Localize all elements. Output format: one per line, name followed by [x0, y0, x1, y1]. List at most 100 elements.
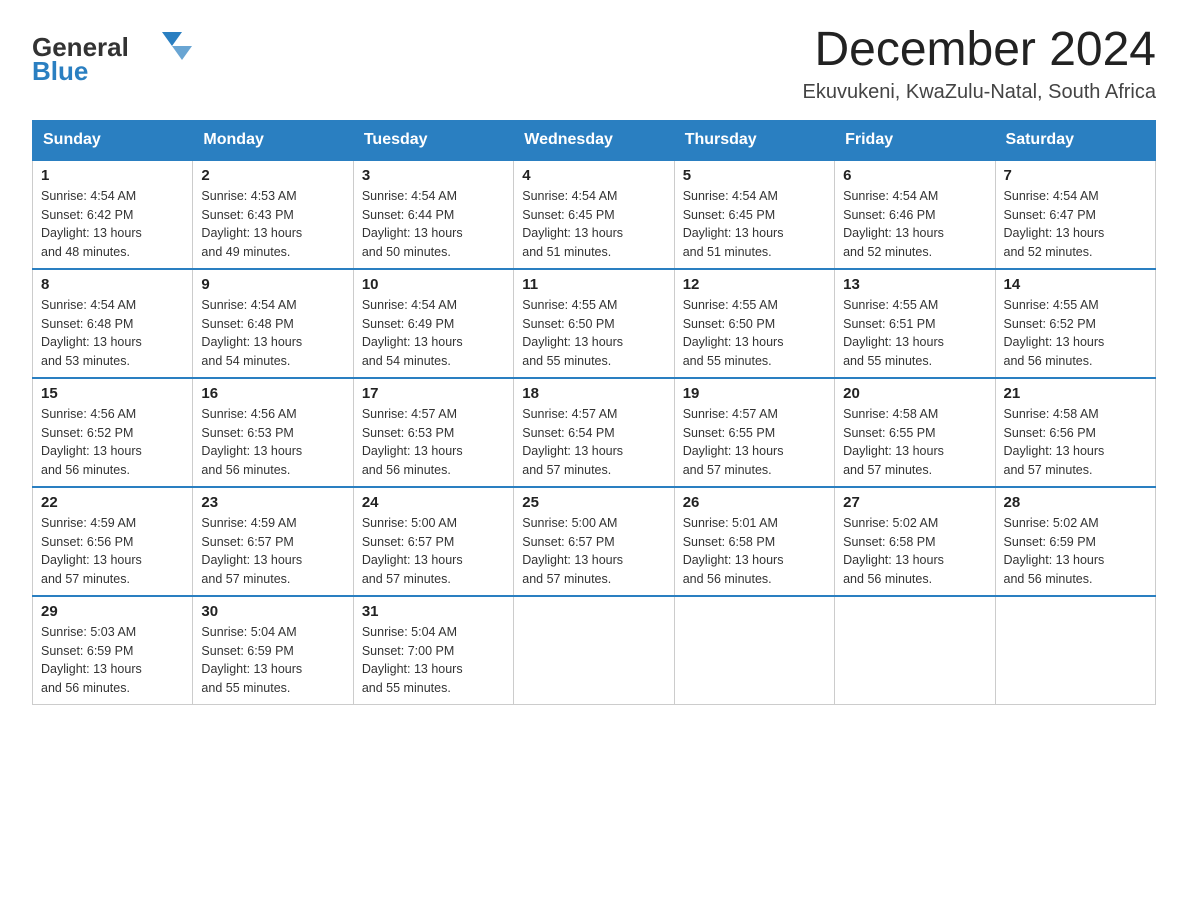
calendar-cell: 21 Sunrise: 4:58 AMSunset: 6:56 PMDaylig…	[995, 378, 1155, 487]
logo: General Blue	[32, 24, 202, 89]
day-number: 30	[201, 603, 344, 620]
day-number: 18	[522, 385, 665, 402]
day-number: 24	[362, 494, 505, 511]
calendar-cell: 12 Sunrise: 4:55 AMSunset: 6:50 PMDaylig…	[674, 269, 834, 378]
day-info: Sunrise: 4:54 AMSunset: 6:45 PMDaylight:…	[522, 187, 665, 262]
day-info: Sunrise: 4:57 AMSunset: 6:54 PMDaylight:…	[522, 405, 665, 480]
day-number: 1	[41, 167, 184, 184]
day-info: Sunrise: 5:01 AMSunset: 6:58 PMDaylight:…	[683, 514, 826, 589]
calendar-cell: 3 Sunrise: 4:54 AMSunset: 6:44 PMDayligh…	[353, 160, 513, 269]
day-number: 22	[41, 494, 184, 511]
day-info: Sunrise: 4:56 AMSunset: 6:53 PMDaylight:…	[201, 405, 344, 480]
day-info: Sunrise: 4:55 AMSunset: 6:51 PMDaylight:…	[843, 296, 986, 371]
day-info: Sunrise: 5:00 AMSunset: 6:57 PMDaylight:…	[362, 514, 505, 589]
day-info: Sunrise: 4:54 AMSunset: 6:46 PMDaylight:…	[843, 187, 986, 262]
day-number: 31	[362, 603, 505, 620]
day-info: Sunrise: 4:55 AMSunset: 6:50 PMDaylight:…	[522, 296, 665, 371]
day-info: Sunrise: 4:58 AMSunset: 6:56 PMDaylight:…	[1004, 405, 1147, 480]
day-number: 13	[843, 276, 986, 293]
calendar-cell: 14 Sunrise: 4:55 AMSunset: 6:52 PMDaylig…	[995, 269, 1155, 378]
calendar-cell: 9 Sunrise: 4:54 AMSunset: 6:48 PMDayligh…	[193, 269, 353, 378]
day-info: Sunrise: 4:54 AMSunset: 6:47 PMDaylight:…	[1004, 187, 1147, 262]
day-number: 27	[843, 494, 986, 511]
calendar-table: SundayMondayTuesdayWednesdayThursdayFrid…	[32, 120, 1156, 705]
weekday-header-tuesday: Tuesday	[353, 120, 513, 160]
day-number: 3	[362, 167, 505, 184]
week-row-4: 22 Sunrise: 4:59 AMSunset: 6:56 PMDaylig…	[33, 487, 1156, 596]
day-number: 9	[201, 276, 344, 293]
calendar-cell: 8 Sunrise: 4:54 AMSunset: 6:48 PMDayligh…	[33, 269, 193, 378]
calendar-cell: 29 Sunrise: 5:03 AMSunset: 6:59 PMDaylig…	[33, 596, 193, 705]
calendar-cell: 4 Sunrise: 4:54 AMSunset: 6:45 PMDayligh…	[514, 160, 674, 269]
week-row-3: 15 Sunrise: 4:56 AMSunset: 6:52 PMDaylig…	[33, 378, 1156, 487]
day-number: 23	[201, 494, 344, 511]
day-info: Sunrise: 4:55 AMSunset: 6:52 PMDaylight:…	[1004, 296, 1147, 371]
day-info: Sunrise: 5:03 AMSunset: 6:59 PMDaylight:…	[41, 623, 184, 698]
calendar-cell: 5 Sunrise: 4:54 AMSunset: 6:45 PMDayligh…	[674, 160, 834, 269]
calendar-cell: 18 Sunrise: 4:57 AMSunset: 6:54 PMDaylig…	[514, 378, 674, 487]
weekday-header-friday: Friday	[835, 120, 995, 160]
day-number: 28	[1004, 494, 1147, 511]
calendar-cell	[995, 596, 1155, 705]
svg-text:Blue: Blue	[32, 56, 88, 84]
weekday-header-monday: Monday	[193, 120, 353, 160]
day-info: Sunrise: 4:54 AMSunset: 6:45 PMDaylight:…	[683, 187, 826, 262]
week-row-2: 8 Sunrise: 4:54 AMSunset: 6:48 PMDayligh…	[33, 269, 1156, 378]
weekday-header-thursday: Thursday	[674, 120, 834, 160]
month-title: December 2024	[802, 24, 1156, 77]
day-info: Sunrise: 4:58 AMSunset: 6:55 PMDaylight:…	[843, 405, 986, 480]
calendar-cell	[674, 596, 834, 705]
calendar-cell: 11 Sunrise: 4:55 AMSunset: 6:50 PMDaylig…	[514, 269, 674, 378]
day-info: Sunrise: 4:56 AMSunset: 6:52 PMDaylight:…	[41, 405, 184, 480]
calendar-cell	[514, 596, 674, 705]
calendar-cell: 19 Sunrise: 4:57 AMSunset: 6:55 PMDaylig…	[674, 378, 834, 487]
calendar-cell: 27 Sunrise: 5:02 AMSunset: 6:58 PMDaylig…	[835, 487, 995, 596]
day-number: 10	[362, 276, 505, 293]
calendar-cell: 15 Sunrise: 4:56 AMSunset: 6:52 PMDaylig…	[33, 378, 193, 487]
day-info: Sunrise: 4:59 AMSunset: 6:56 PMDaylight:…	[41, 514, 184, 589]
day-number: 15	[41, 385, 184, 402]
day-number: 20	[843, 385, 986, 402]
day-number: 16	[201, 385, 344, 402]
day-info: Sunrise: 5:02 AMSunset: 6:58 PMDaylight:…	[843, 514, 986, 589]
calendar-cell: 6 Sunrise: 4:54 AMSunset: 6:46 PMDayligh…	[835, 160, 995, 269]
day-number: 12	[683, 276, 826, 293]
day-number: 19	[683, 385, 826, 402]
weekday-header-row: SundayMondayTuesdayWednesdayThursdayFrid…	[33, 120, 1156, 160]
day-info: Sunrise: 4:59 AMSunset: 6:57 PMDaylight:…	[201, 514, 344, 589]
day-info: Sunrise: 4:54 AMSunset: 6:44 PMDaylight:…	[362, 187, 505, 262]
calendar-cell: 17 Sunrise: 4:57 AMSunset: 6:53 PMDaylig…	[353, 378, 513, 487]
week-row-1: 1 Sunrise: 4:54 AMSunset: 6:42 PMDayligh…	[33, 160, 1156, 269]
calendar-cell: 25 Sunrise: 5:00 AMSunset: 6:57 PMDaylig…	[514, 487, 674, 596]
day-number: 4	[522, 167, 665, 184]
calendar-cell: 2 Sunrise: 4:53 AMSunset: 6:43 PMDayligh…	[193, 160, 353, 269]
title-area: December 2024 Ekuvukeni, KwaZulu-Natal, …	[802, 24, 1156, 104]
day-info: Sunrise: 4:54 AMSunset: 6:48 PMDaylight:…	[201, 296, 344, 371]
day-number: 6	[843, 167, 986, 184]
day-info: Sunrise: 4:57 AMSunset: 6:53 PMDaylight:…	[362, 405, 505, 480]
day-info: Sunrise: 4:54 AMSunset: 6:42 PMDaylight:…	[41, 187, 184, 262]
weekday-header-sunday: Sunday	[33, 120, 193, 160]
day-info: Sunrise: 4:54 AMSunset: 6:48 PMDaylight:…	[41, 296, 184, 371]
day-info: Sunrise: 4:53 AMSunset: 6:43 PMDaylight:…	[201, 187, 344, 262]
calendar-cell: 1 Sunrise: 4:54 AMSunset: 6:42 PMDayligh…	[33, 160, 193, 269]
calendar-cell: 22 Sunrise: 4:59 AMSunset: 6:56 PMDaylig…	[33, 487, 193, 596]
day-number: 17	[362, 385, 505, 402]
day-info: Sunrise: 4:54 AMSunset: 6:49 PMDaylight:…	[362, 296, 505, 371]
day-info: Sunrise: 4:57 AMSunset: 6:55 PMDaylight:…	[683, 405, 826, 480]
day-number: 14	[1004, 276, 1147, 293]
calendar-cell: 7 Sunrise: 4:54 AMSunset: 6:47 PMDayligh…	[995, 160, 1155, 269]
day-info: Sunrise: 5:04 AMSunset: 6:59 PMDaylight:…	[201, 623, 344, 698]
calendar-cell: 24 Sunrise: 5:00 AMSunset: 6:57 PMDaylig…	[353, 487, 513, 596]
day-number: 5	[683, 167, 826, 184]
day-number: 25	[522, 494, 665, 511]
day-info: Sunrise: 4:55 AMSunset: 6:50 PMDaylight:…	[683, 296, 826, 371]
calendar-cell	[835, 596, 995, 705]
weekday-header-saturday: Saturday	[995, 120, 1155, 160]
week-row-5: 29 Sunrise: 5:03 AMSunset: 6:59 PMDaylig…	[33, 596, 1156, 705]
day-info: Sunrise: 5:04 AMSunset: 7:00 PMDaylight:…	[362, 623, 505, 698]
calendar-cell: 20 Sunrise: 4:58 AMSunset: 6:55 PMDaylig…	[835, 378, 995, 487]
day-info: Sunrise: 5:02 AMSunset: 6:59 PMDaylight:…	[1004, 514, 1147, 589]
weekday-header-wednesday: Wednesday	[514, 120, 674, 160]
location-title: Ekuvukeni, KwaZulu-Natal, South Africa	[802, 81, 1156, 104]
